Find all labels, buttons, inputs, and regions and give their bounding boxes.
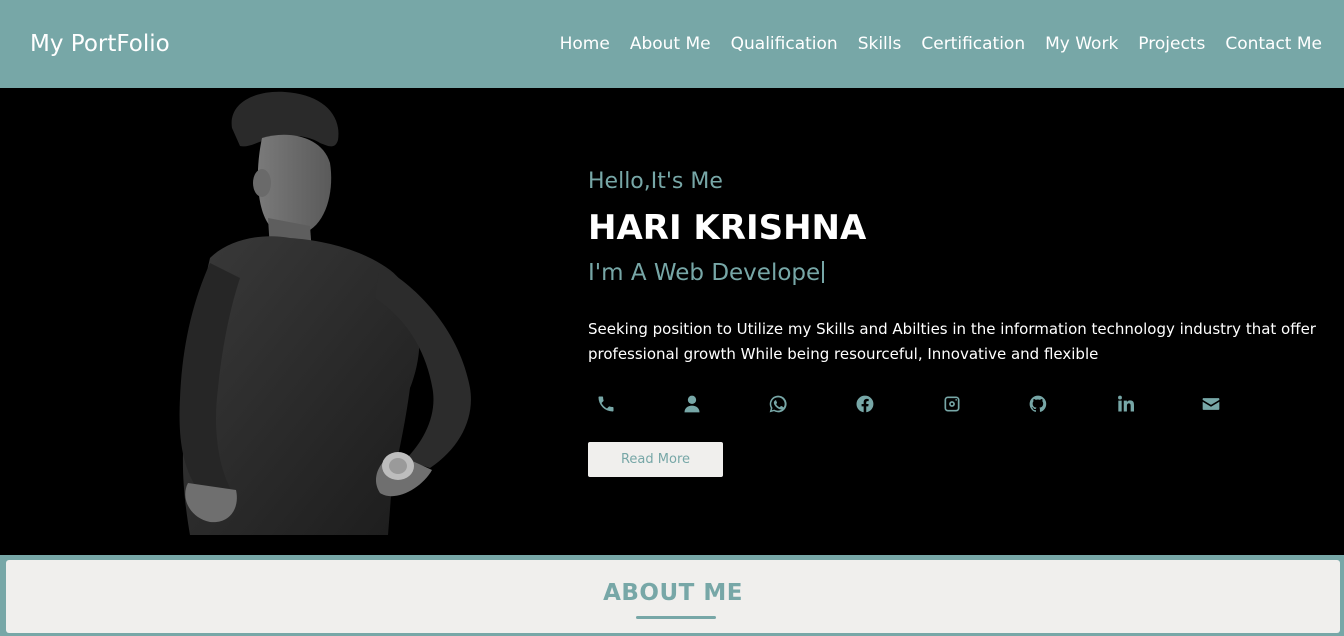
social-links (588, 392, 1228, 416)
nav-links: Home About Me Qualification Skills Certi… (560, 34, 1322, 54)
navbar: My PortFolio Home About Me Qualification… (0, 0, 1344, 88)
role-text: I'm A Web Develope (588, 260, 825, 286)
nav-contact-me[interactable]: Contact Me (1225, 34, 1322, 54)
brand-logo[interactable]: My PortFolio (30, 31, 170, 57)
about-section: ABOUT ME (0, 555, 1344, 636)
nav-projects[interactable]: Projects (1138, 34, 1205, 54)
about-title: ABOUT ME (603, 580, 743, 606)
typing-cursor (822, 261, 825, 283)
whatsapp-icon[interactable] (766, 392, 790, 416)
nav-qualification[interactable]: Qualification (731, 34, 838, 54)
intro-description: Seeking position to Utilize my Skills an… (588, 320, 1316, 363)
user-icon[interactable] (680, 392, 704, 416)
nav-about-me[interactable]: About Me (630, 34, 711, 54)
instagram-icon[interactable] (940, 392, 964, 416)
facebook-icon[interactable] (853, 392, 877, 416)
role-typed-text: I'm A Web Develope (588, 260, 821, 286)
read-more-button[interactable]: Read More (588, 442, 723, 477)
envelope-icon[interactable] (1199, 392, 1223, 416)
about-card: ABOUT ME (6, 560, 1340, 633)
hero-section: Hello,It's Me HARI KRISHNA I'm A Web Dev… (0, 88, 1344, 555)
title-underline (636, 616, 716, 619)
greeting-text: Hello,It's Me (588, 169, 723, 194)
profile-photo (179, 91, 471, 535)
nav-my-work[interactable]: My Work (1045, 34, 1118, 54)
phone-icon[interactable] (594, 392, 618, 416)
person-name: HARI KRISHNA (588, 208, 867, 248)
nav-home[interactable]: Home (560, 34, 610, 54)
github-icon[interactable] (1026, 392, 1050, 416)
nav-certification[interactable]: Certification (921, 34, 1025, 54)
nav-skills[interactable]: Skills (858, 34, 902, 54)
linkedin-icon[interactable] (1113, 392, 1137, 416)
